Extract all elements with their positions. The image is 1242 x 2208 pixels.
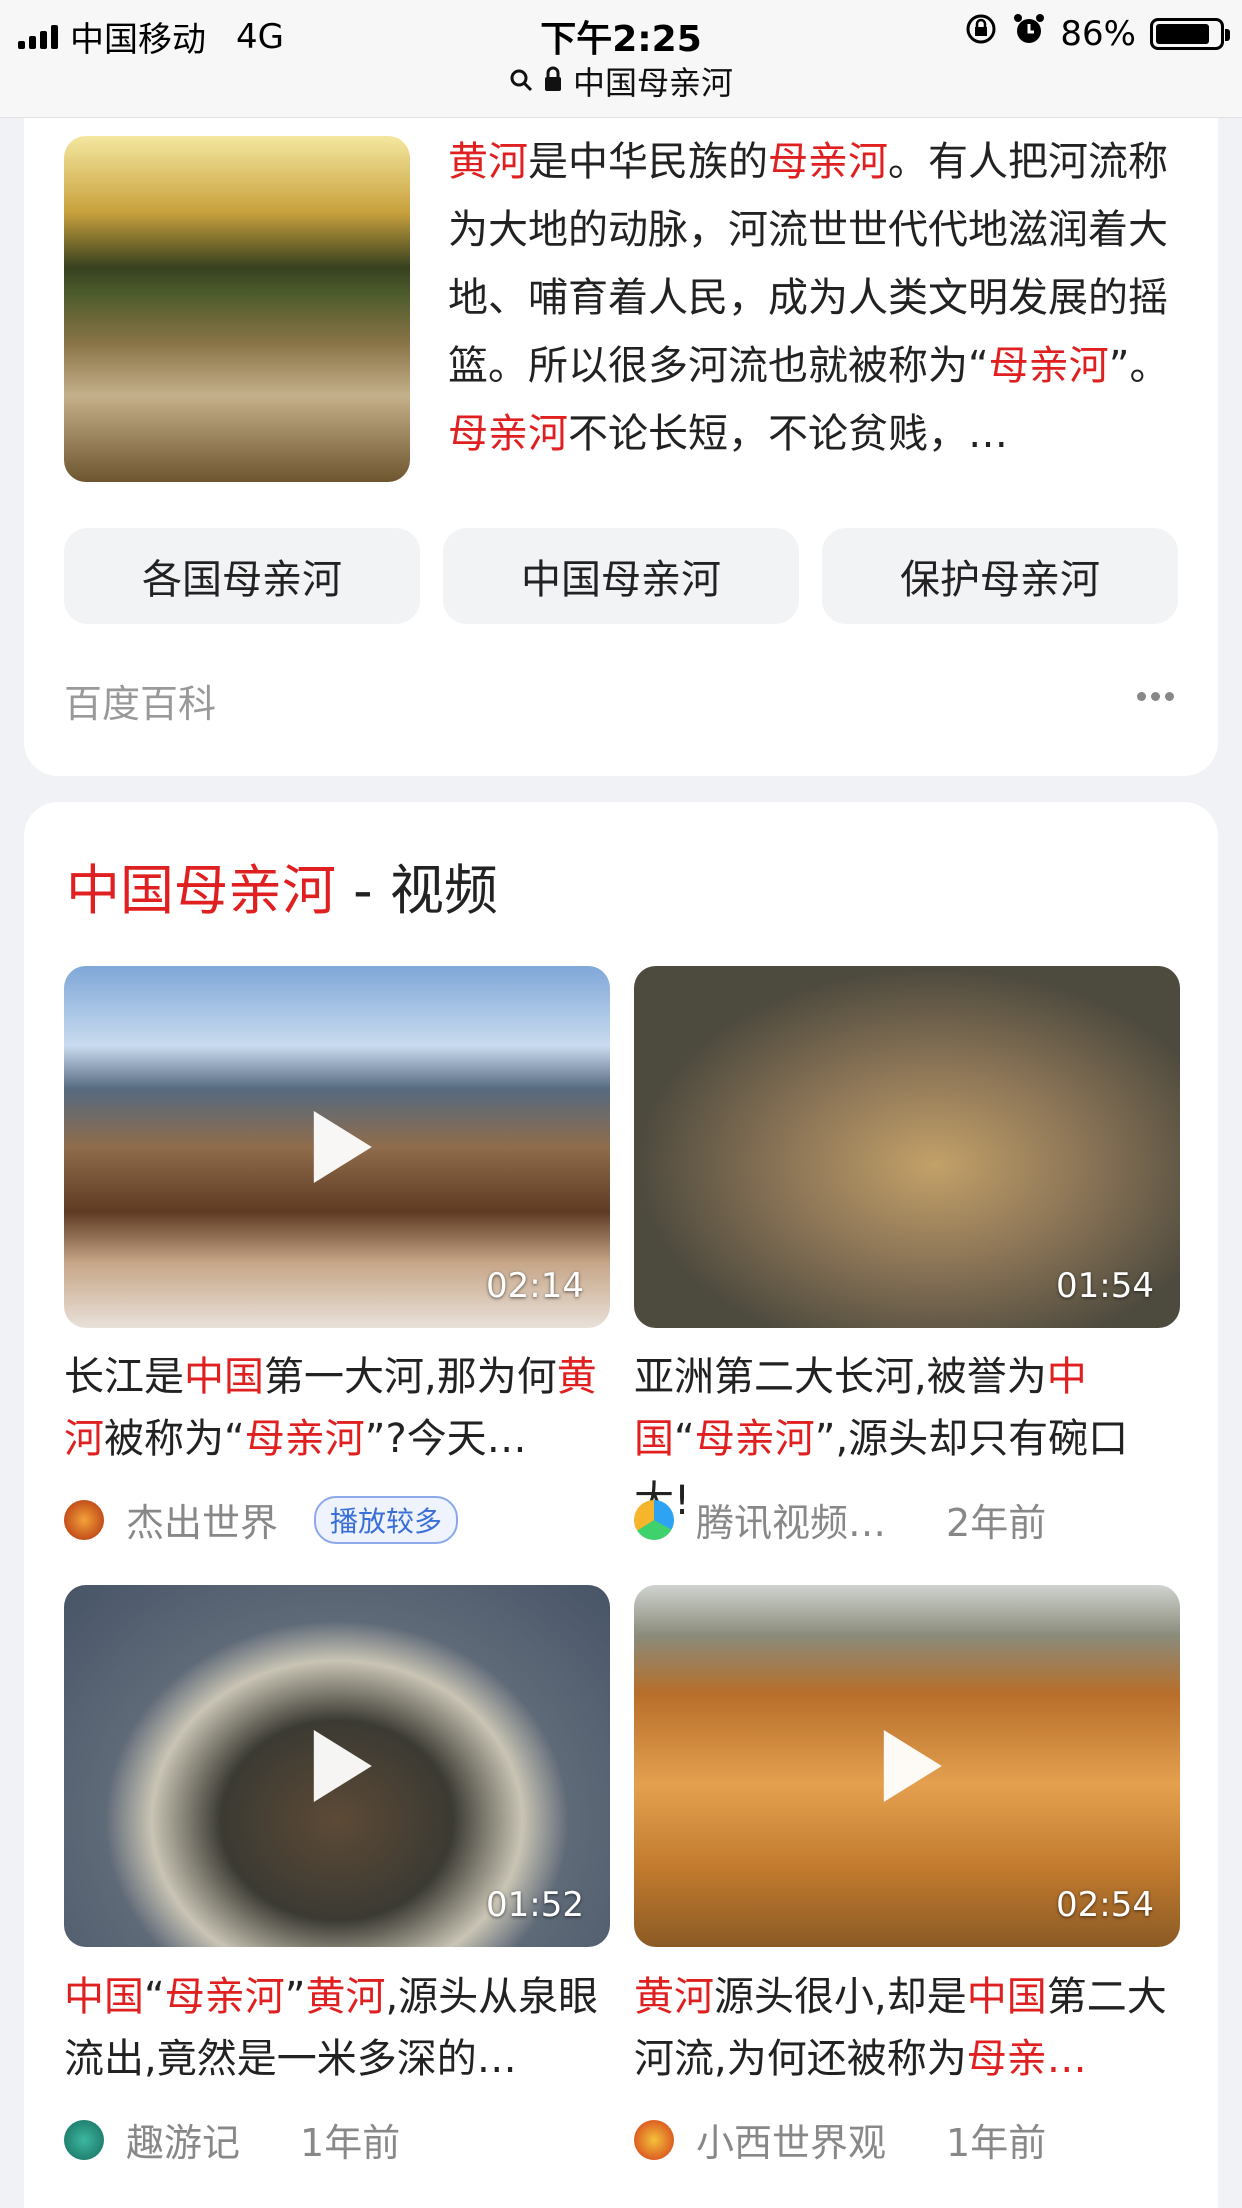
play-icon bbox=[883, 1730, 942, 1802]
highlight-text: 中国 bbox=[966, 1974, 1047, 2020]
battery-fill bbox=[1156, 23, 1210, 44]
alarm-icon bbox=[1012, 12, 1046, 55]
battery-icon bbox=[1150, 17, 1230, 50]
author-avatar bbox=[634, 2119, 674, 2160]
highlight-text: 母亲河 bbox=[164, 1974, 285, 2020]
status-right: 86% bbox=[964, 12, 1230, 55]
text-segment: 被称为“ bbox=[104, 1416, 245, 1462]
video-duration: 02:54 bbox=[1056, 1885, 1154, 1925]
address-title: 中国母亲河 bbox=[572, 64, 733, 102]
tencent-video-icon bbox=[634, 1499, 674, 1540]
videos-card: 中国母亲河 - 视频 02:14 长江是中国第一大河,那为何黄河被称为“母亲河”… bbox=[24, 802, 1218, 2208]
video-duration: 01:54 bbox=[1056, 1266, 1154, 1306]
text-segment: 长江是 bbox=[64, 1354, 184, 1400]
author-avatar bbox=[64, 1499, 104, 1540]
video-title-0[interactable]: 长江是中国第一大河,那为何黄河被称为“母亲河”?今天… bbox=[64, 1346, 610, 1470]
highlight-text: 中国 bbox=[184, 1354, 264, 1400]
highlight-text: 母亲河 bbox=[448, 411, 568, 457]
text-segment: 是中华民族的 bbox=[528, 139, 768, 185]
section-title: 中国母亲河 - 视频 bbox=[66, 846, 498, 925]
video-thumbnail-2[interactable]: 01:52 bbox=[64, 1585, 610, 1947]
text-segment: “ bbox=[674, 1416, 695, 1462]
popular-badge: 播放较多 bbox=[314, 1495, 459, 1544]
highlight-text: 母亲河 bbox=[988, 343, 1109, 389]
baike-card: 黄河是中华民族的母亲河。有人把河流称为大地的动脉，河流世世代代地滋润着大地、哺育… bbox=[24, 118, 1218, 776]
video-thumbnail-1[interactable]: 01:54 bbox=[634, 966, 1180, 1328]
highlight-text: 黄河 bbox=[305, 1974, 386, 2020]
text-segment: ” bbox=[284, 1974, 306, 2020]
author-name[interactable]: 趣游记 bbox=[126, 2112, 240, 2167]
video-duration: 01:52 bbox=[486, 1885, 584, 1925]
source-label[interactable]: 百度百科 bbox=[64, 673, 216, 728]
video-meta-2: 趣游记 1年前 bbox=[64, 2112, 400, 2167]
text-segment: ”。 bbox=[1108, 343, 1170, 389]
search-icon bbox=[509, 62, 533, 100]
highlight-text: 母亲河 bbox=[694, 1416, 815, 1462]
highlight-text: 黄河 bbox=[634, 1974, 714, 2020]
author-name[interactable]: 腾讯视频… bbox=[696, 1492, 886, 1547]
video-thumbnail-0[interactable]: 02:14 bbox=[64, 966, 610, 1328]
text-segment: “ bbox=[144, 1974, 165, 2020]
play-icon bbox=[313, 1111, 372, 1183]
video-duration: 02:14 bbox=[486, 1266, 584, 1306]
video-thumbnail-3[interactable]: 02:54 bbox=[634, 1585, 1180, 1947]
video-time: 1年前 bbox=[946, 2121, 1047, 2165]
highlight-text: 黄河 bbox=[448, 139, 528, 185]
highlight-text: 母亲… bbox=[966, 2036, 1087, 2082]
highlight-text: 中国 bbox=[64, 1974, 144, 2020]
text-segment: ”?今天… bbox=[364, 1416, 527, 1462]
author-avatar bbox=[64, 2119, 104, 2160]
highlight-text: 母亲河 bbox=[244, 1416, 365, 1462]
status-bar: 中国移动 4G 下午2:25 86% 中国母亲河 bbox=[0, 0, 1242, 118]
more-icon[interactable] bbox=[1137, 692, 1174, 701]
address-bar[interactable]: 中国母亲河 bbox=[0, 58, 1242, 104]
highlight-text: 母亲河 bbox=[768, 139, 888, 185]
related-item-2[interactable]: 保护母亲河 bbox=[822, 528, 1178, 624]
lock-icon bbox=[543, 62, 563, 100]
text-segment: 源头很小,却是 bbox=[714, 1974, 967, 2020]
author-name[interactable]: 杰出世界 bbox=[126, 1492, 278, 1547]
video-meta-3: 小西世界观 1年前 bbox=[634, 2112, 1046, 2167]
video-time: 2年前 bbox=[946, 1501, 1047, 1545]
related-item-1[interactable]: 中国母亲河 bbox=[443, 528, 799, 624]
video-time: 1年前 bbox=[300, 2121, 401, 2165]
section-title-keyword: 中国母亲河 bbox=[66, 859, 336, 922]
baike-summary[interactable]: 黄河是中华民族的母亲河。有人把河流称为大地的动脉，河流世世代代地滋润着大地、哺育… bbox=[448, 128, 1198, 468]
orientation-lock-icon bbox=[964, 12, 998, 55]
text-segment: 亚洲第二大长河,被誉为 bbox=[634, 1354, 1047, 1400]
related-item-0[interactable]: 各国母亲河 bbox=[64, 528, 420, 624]
author-name[interactable]: 小西世界观 bbox=[696, 2112, 886, 2167]
video-title-3[interactable]: 黄河源头很小,却是中国第二大河流,为何还被称为母亲… bbox=[634, 1966, 1180, 2090]
battery-percent: 86% bbox=[1060, 13, 1136, 54]
play-icon bbox=[313, 1730, 372, 1802]
video-meta-1: 腾讯视频… 2年前 bbox=[634, 1492, 1046, 1547]
section-title-suffix: - 视频 bbox=[336, 859, 498, 922]
video-title-2[interactable]: 中国“母亲河”黄河,源头从泉眼流出,竟然是一米多深的… bbox=[64, 1966, 610, 2090]
video-meta-0: 杰出世界 播放较多 bbox=[64, 1492, 459, 1547]
text-segment: 第一大河,那为何 bbox=[264, 1354, 557, 1400]
text-segment: 不论长短，不论贫贱，… bbox=[568, 411, 1008, 457]
baike-thumbnail[interactable] bbox=[64, 136, 410, 482]
